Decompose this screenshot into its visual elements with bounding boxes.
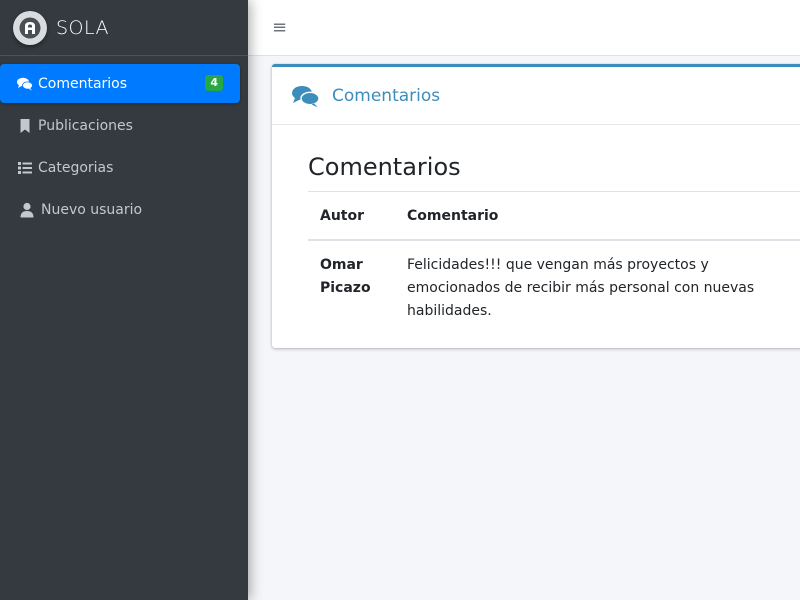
- sidebar-item-label: Nuevo usuario: [41, 201, 143, 218]
- card-header: Comentarios: [272, 67, 800, 125]
- a-logo-icon: [13, 10, 47, 45]
- sidebar-item-comentarios[interactable]: Comentarios 4: [0, 64, 240, 103]
- sidebar: SOLA Comentarios 4 Publicaciones Categor…: [0, 0, 248, 600]
- top-navbar: ≡: [248, 0, 800, 56]
- column-header-autor: Autor: [308, 192, 395, 241]
- sidebar-item-nuevo-usuario[interactable]: Nuevo usuario: [0, 190, 240, 229]
- brand-name: SOLA: [56, 16, 110, 39]
- sidebar-nav: Comentarios 4 Publicaciones Categorias N…: [0, 56, 248, 229]
- sidebar-item-label: Publicaciones: [38, 117, 133, 134]
- table-row: Omar Picazo Felicidades!!! que vengan má…: [308, 240, 800, 339]
- comment-author: Omar Picazo: [320, 257, 371, 296]
- brand-link[interactable]: SOLA: [0, 0, 248, 56]
- page-title: Comentarios: [308, 153, 800, 192]
- card-body: Comentarios Autor Comentario Omar Picazo…: [272, 125, 800, 339]
- user-icon: [18, 201, 36, 219]
- table-header-row: Autor Comentario: [308, 192, 800, 241]
- comments-count-badge: 4: [205, 75, 223, 91]
- comment-text: Felicidades!!! que vengan más proyectos …: [407, 257, 755, 319]
- comments-icon: [16, 75, 34, 93]
- sidebar-item-label: Categorias: [38, 159, 114, 176]
- sidebar-item-categorias[interactable]: Categorias: [0, 148, 240, 187]
- list-icon: [16, 159, 34, 177]
- comments-card: Comentarios Comentarios Autor Comentario…: [272, 64, 800, 348]
- card-header-title: Comentarios: [332, 85, 441, 106]
- sidebar-item-label: Comentarios: [38, 75, 128, 92]
- column-header-comentario: Comentario: [395, 192, 800, 241]
- bookmark-icon: [16, 117, 34, 135]
- sidebar-item-publicaciones[interactable]: Publicaciones: [0, 106, 240, 145]
- hamburger-menu-icon[interactable]: ≡: [272, 18, 287, 37]
- comments-icon: [292, 84, 320, 108]
- comments-table: Autor Comentario Omar Picazo Felicidades…: [308, 192, 800, 339]
